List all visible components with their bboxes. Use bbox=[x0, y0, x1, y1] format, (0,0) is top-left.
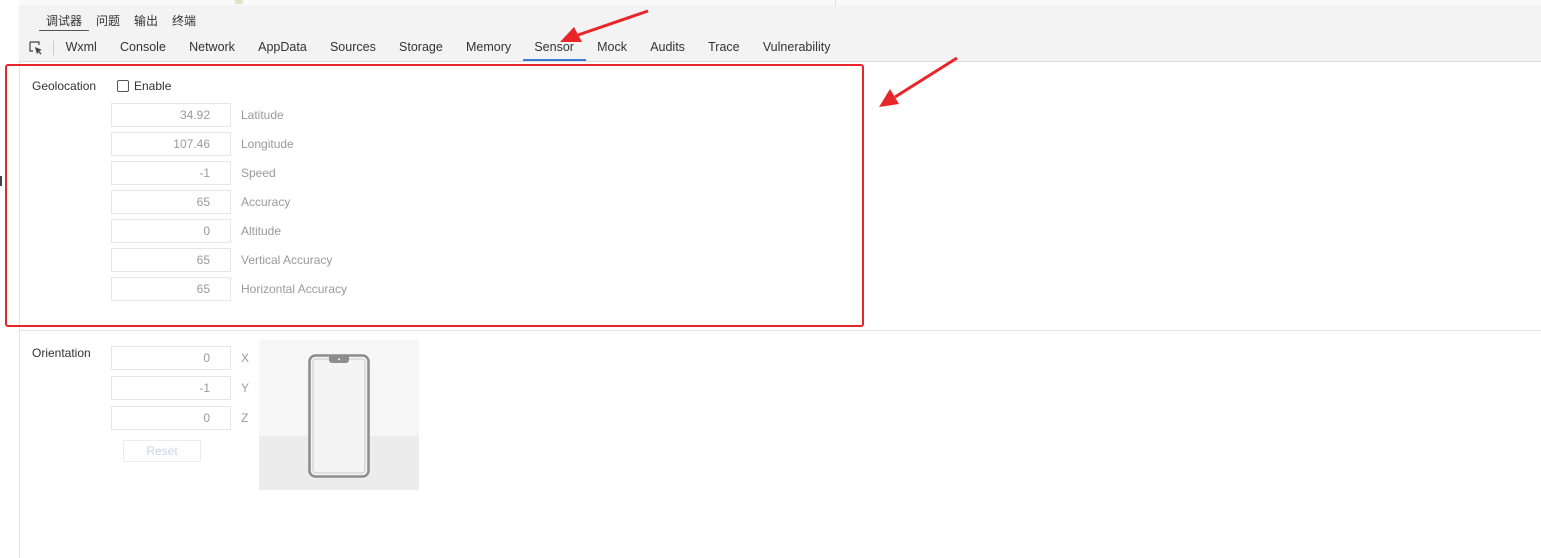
accuracy-label: Accuracy bbox=[241, 195, 291, 209]
subtab-problems[interactable]: 问题 bbox=[89, 12, 127, 30]
editor-edge-mark bbox=[235, 0, 243, 4]
longitude-label: Longitude bbox=[241, 137, 294, 151]
horizontal-accuracy-label: Horizontal Accuracy bbox=[241, 282, 348, 296]
devtools-tabs: Wxml Console Network AppData Sources Sto… bbox=[19, 35, 842, 61]
orientation-label: Orientation bbox=[32, 346, 91, 360]
checkbox-box[interactable] bbox=[117, 80, 129, 92]
section-divider bbox=[19, 330, 1541, 331]
vertical-accuracy-input[interactable]: 65 bbox=[111, 248, 231, 272]
altitude-row: 0 Altitude bbox=[111, 218, 281, 244]
orientation-x-input[interactable]: 0 bbox=[111, 346, 231, 370]
tab-appdata[interactable]: AppData bbox=[247, 35, 319, 61]
tab-trace[interactable]: Trace bbox=[697, 35, 752, 61]
orientation-preview[interactable] bbox=[259, 340, 419, 490]
orientation-x-label: X bbox=[241, 351, 250, 365]
enable-label: Enable bbox=[134, 79, 172, 93]
subtab-output[interactable]: 输出 bbox=[127, 12, 165, 30]
tab-vulnerability[interactable]: Vulnerability bbox=[751, 35, 842, 61]
panel-subtabs: 调试器 问题 输出 终端 bbox=[39, 12, 203, 31]
tab-storage[interactable]: Storage bbox=[387, 35, 454, 61]
accuracy-row: 65 Accuracy bbox=[111, 189, 290, 215]
tab-sensor[interactable]: Sensor bbox=[522, 35, 586, 61]
tab-wxml[interactable]: Wxml bbox=[54, 35, 108, 61]
vertical-accuracy-label: Vertical Accuracy bbox=[241, 253, 333, 267]
orientation-z-row: 0 Z bbox=[111, 405, 248, 431]
altitude-input[interactable]: 0 bbox=[111, 219, 231, 243]
tab-memory[interactable]: Memory bbox=[454, 35, 522, 61]
geolocation-enable-checkbox[interactable]: Enable bbox=[117, 79, 171, 93]
longitude-input[interactable]: 107.46 bbox=[111, 132, 231, 156]
reset-button[interactable]: Reset bbox=[123, 440, 201, 462]
altitude-label: Altitude bbox=[241, 224, 282, 238]
vertical-accuracy-row: 65 Vertical Accuracy bbox=[111, 247, 332, 273]
orientation-x-row: 0 X bbox=[111, 345, 249, 371]
tab-sources[interactable]: Sources bbox=[318, 35, 387, 61]
orientation-z-input[interactable]: 0 bbox=[111, 406, 231, 430]
orientation-y-row: -1 Y bbox=[111, 375, 249, 401]
left-gutter bbox=[0, 0, 20, 558]
longitude-row: 107.46 Longitude bbox=[111, 131, 294, 157]
accuracy-input[interactable]: 65 bbox=[111, 190, 231, 214]
geolocation-label: Geolocation bbox=[32, 79, 97, 93]
speed-label: Speed bbox=[241, 166, 276, 180]
tab-audits[interactable]: Audits bbox=[639, 35, 697, 61]
latitude-label: Latitude bbox=[241, 108, 284, 122]
gutter-marker bbox=[0, 176, 2, 186]
latitude-row: 34.92 Latitude bbox=[111, 102, 284, 128]
phone-preview-icon bbox=[308, 354, 370, 478]
speed-row: -1 Speed bbox=[111, 160, 276, 186]
speed-input[interactable]: -1 bbox=[111, 161, 231, 185]
sensor-panel: Geolocation Enable 34.92 Latitude 107.46… bbox=[19, 62, 1541, 558]
devtools-header: 调试器 问题 输出 终端 Wxml Console Network AppDat… bbox=[19, 5, 1541, 62]
subtab-terminal[interactable]: 终端 bbox=[165, 12, 203, 30]
element-picker-icon[interactable] bbox=[19, 41, 54, 55]
latitude-input[interactable]: 34.92 bbox=[111, 103, 231, 127]
orientation-y-label: Y bbox=[241, 381, 250, 395]
horizontal-accuracy-input[interactable]: 65 bbox=[111, 277, 231, 301]
subtab-debugger[interactable]: 调试器 bbox=[39, 12, 90, 31]
orientation-y-input[interactable]: -1 bbox=[111, 376, 231, 400]
tab-network[interactable]: Network bbox=[178, 35, 247, 61]
tab-console[interactable]: Console bbox=[108, 35, 177, 61]
tab-mock[interactable]: Mock bbox=[586, 35, 639, 61]
horizontal-accuracy-row: 65 Horizontal Accuracy bbox=[111, 276, 347, 302]
orientation-z-label: Z bbox=[241, 411, 249, 425]
